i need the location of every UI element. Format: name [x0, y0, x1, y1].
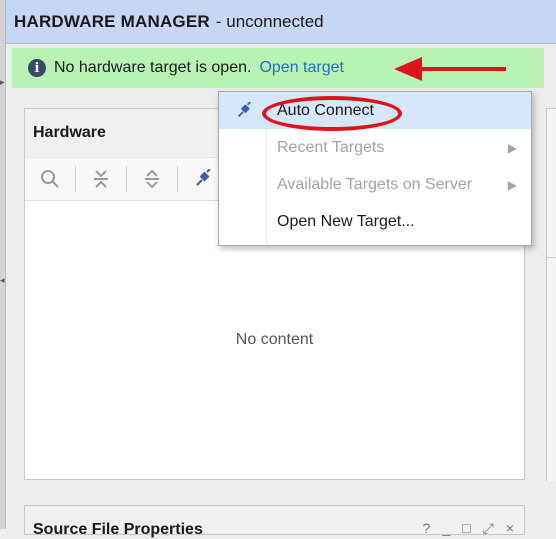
menu-item-recent-targets[interactable]: Recent Targets ▶	[219, 129, 531, 166]
auto-connect-icon[interactable]	[190, 166, 216, 192]
auto-connect-icon	[235, 101, 253, 125]
open-target-menu: Auto Connect Recent Targets ▶ Available …	[218, 91, 532, 246]
left-panel-edge: ▸ ◂	[0, 0, 6, 529]
left-edge-marker: ▸	[0, 77, 5, 87]
chevron-right-icon: ▶	[507, 177, 517, 192]
toolbar-separator	[75, 166, 76, 192]
left-edge-marker: ◂	[0, 275, 5, 285]
menu-item-label: Recent Targets	[277, 138, 385, 156]
red-arrow-annotation	[394, 57, 506, 81]
toolbar-separator	[177, 166, 178, 192]
info-icon: i	[28, 59, 46, 77]
expand-all-icon[interactable]	[139, 166, 165, 192]
toolbar-separator	[126, 166, 127, 192]
open-target-link[interactable]: Open target	[259, 59, 344, 77]
source-file-properties-title: Source File Properties	[33, 521, 203, 538]
menu-item-open-new-target[interactable]: Open New Target...	[219, 203, 531, 240]
page-title: HARDWARE MANAGER	[14, 11, 210, 31]
chevron-right-icon: ▶	[507, 140, 517, 155]
title-bar: HARDWARE MANAGER - unconnected	[6, 0, 556, 44]
connection-status: - unconnected	[215, 11, 324, 31]
menu-item-available-targets[interactable]: Available Targets on Server ▶	[219, 166, 531, 203]
banner-message: No hardware target is open.	[54, 59, 252, 76]
menu-item-label: Available Targets on Server	[277, 175, 473, 193]
menu-item-label: Auto Connect	[277, 101, 374, 119]
right-panel-edge	[546, 108, 556, 481]
collapse-all-icon[interactable]	[88, 166, 114, 192]
menu-item-auto-connect[interactable]: Auto Connect	[219, 92, 531, 129]
source-file-properties-panel: Source File Properties ? _ □ ⤢ ×	[24, 505, 525, 538]
search-icon[interactable]	[37, 166, 63, 192]
panel-divider	[547, 257, 556, 258]
menu-item-label: Open New Target...	[277, 212, 415, 230]
